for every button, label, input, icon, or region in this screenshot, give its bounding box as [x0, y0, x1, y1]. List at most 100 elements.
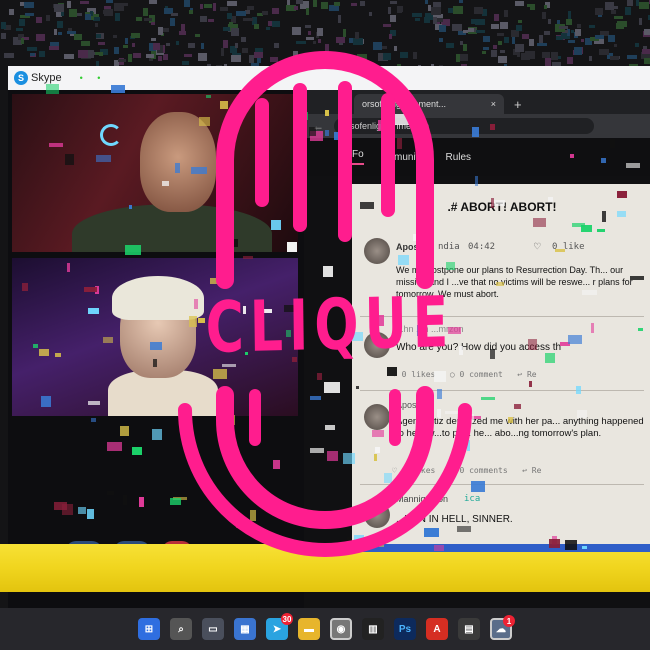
- glitch-pixel: [374, 454, 377, 461]
- glitch-pixel: [475, 176, 478, 186]
- glitch-pixel: [230, 415, 235, 425]
- glitch-pixel: [384, 473, 392, 483]
- glitch-pixel: [213, 369, 227, 379]
- start-windows-icon[interactable]: ⊞: [138, 618, 160, 640]
- glitch-pixel: [626, 163, 640, 168]
- glitch-pixel: [446, 262, 455, 270]
- glitch-pixel: [33, 344, 38, 348]
- glitch-pixel: [325, 425, 335, 430]
- app-icon-2[interactable]: ▤: [458, 618, 480, 640]
- glitch-pixel: [437, 409, 441, 418]
- glitch-pixel: [375, 447, 380, 453]
- telegram-icon[interactable]: ➤ 30: [266, 613, 293, 640]
- glitch-pixel: [461, 414, 474, 423]
- glitch-pixel: [153, 359, 157, 367]
- glitch-pixel: [210, 278, 220, 284]
- glitch-pixel: [467, 440, 470, 451]
- glitch-pixel: [309, 127, 316, 136]
- glitch-pixel: [424, 528, 439, 537]
- glitch-pixel: [397, 138, 402, 149]
- glitch-pixel: [55, 353, 61, 357]
- skype-taskbar-icon[interactable]: ☁ 1: [490, 615, 515, 640]
- glitch-pixel: [617, 211, 626, 217]
- glitch-pixel: [132, 447, 142, 455]
- glitch-pixel: [378, 120, 390, 131]
- glitch-pixel: [398, 255, 409, 265]
- glitch-pixel: [445, 411, 461, 414]
- widgets-icon[interactable]: ▦: [234, 618, 256, 640]
- glitch-pixel: [152, 429, 162, 440]
- glitch-pixel: [310, 448, 324, 453]
- glitch-pixel: [602, 211, 606, 222]
- taskbar: ⊞ ⌕ ▭ ▦ ➤ 30 ▬ ◉ ▥ Ps A ▤ ☁ 1: [0, 608, 650, 650]
- glitch-pixel: [549, 539, 560, 548]
- glitch-pixel: [582, 290, 597, 295]
- glitch-pixel: [225, 239, 238, 247]
- glitch-pixel: [123, 495, 127, 505]
- glitch-pixel: [514, 404, 521, 409]
- glitch-pixel: [457, 526, 471, 532]
- glitch-pixel: [472, 127, 479, 137]
- glitch-pixel: [630, 276, 644, 280]
- acrobat-icon[interactable]: A: [426, 618, 448, 640]
- glitch-pixel: [107, 442, 122, 451]
- glitch-pixel: [533, 218, 546, 227]
- glitch-pixel: [434, 371, 446, 382]
- glitch-pixel: [568, 335, 582, 344]
- glitch-pixel: [360, 202, 374, 209]
- search-icon[interactable]: ⌕: [170, 618, 192, 640]
- glitch-pixel: [395, 114, 409, 125]
- glitch-pixel: [300, 112, 308, 120]
- glitch-pixel: [490, 349, 495, 359]
- chrome-icon[interactable]: ◉: [330, 618, 352, 640]
- glitch-pixel: [268, 506, 272, 513]
- glitch-pixel: [413, 234, 416, 241]
- glitch-pixel: [343, 453, 355, 464]
- glitch-pixel: [129, 205, 132, 209]
- glitch-pixel: [273, 460, 280, 469]
- glitch-pixel: [471, 481, 485, 492]
- glitch-pixel: [170, 498, 181, 505]
- glitch-pixel: [576, 386, 581, 394]
- glitch-pixel: [67, 263, 70, 272]
- glitch-pixel: [49, 143, 63, 147]
- glitch-pixel: [264, 168, 269, 171]
- app-icon[interactable]: ▥: [362, 618, 384, 640]
- glitch-pixel: [236, 523, 252, 528]
- glitch-pixel: [582, 546, 587, 549]
- glitch-pixel: [46, 84, 59, 94]
- glitch-pixel: [481, 397, 495, 400]
- glitch-pixel: [323, 266, 333, 277]
- glitch-pixel: [107, 491, 114, 495]
- glitch-pixel: [548, 197, 553, 202]
- glitch-pixel: [324, 382, 340, 393]
- glitch-pixel: [490, 124, 495, 130]
- glitch-pixel: [310, 396, 321, 400]
- glitch-pixel: [496, 282, 504, 286]
- telegram-badge: 30: [281, 613, 293, 625]
- task-view-icon[interactable]: ▭: [202, 618, 224, 640]
- glitch-pixel: [175, 163, 180, 173]
- glitch-pixel: [150, 342, 162, 350]
- glitch-pixel: [84, 287, 97, 292]
- glitch-pixel: [597, 229, 605, 232]
- glitch-pixel: [354, 535, 364, 542]
- glitch-pixel: [356, 386, 359, 389]
- glitch-pixel: [555, 249, 565, 252]
- file-explorer-icon[interactable]: ▬: [298, 618, 320, 640]
- glitch-pixel: [591, 323, 594, 333]
- glitch-pixel: [508, 417, 513, 423]
- glitch-pixel: [88, 308, 99, 314]
- glitch-pixel: [610, 139, 615, 148]
- glitch-pixel: [372, 430, 384, 437]
- glitch-pixel: [347, 537, 350, 542]
- glitch-pixel: [78, 507, 86, 514]
- glitch-pixel: [565, 540, 577, 550]
- glitch-pixel: [111, 85, 125, 93]
- glitch-pixel: [601, 158, 606, 163]
- glitch-pixel: [421, 409, 434, 414]
- photoshop-icon[interactable]: Ps: [394, 618, 416, 640]
- glitch-pixel: [570, 154, 574, 158]
- clique-logo-text: CLIQUE: [205, 282, 455, 370]
- glitch-pixel: [325, 110, 329, 116]
